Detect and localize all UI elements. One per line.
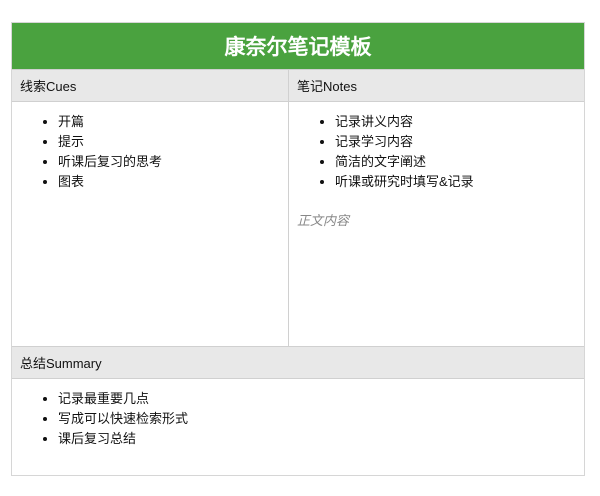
summary-list: 记录最重要几点 写成可以快速检索形式 课后复习总结 (12, 379, 584, 449)
list-item: 简洁的文字阐述 (335, 152, 584, 172)
main-body: 开篇 提示 听课后复习的思考 图表 记录讲义内容 记录学习内容 简洁的文字阐述 … (12, 102, 584, 346)
list-item: 写成可以快速检索形式 (58, 409, 584, 429)
summary-cell[interactable]: 记录最重要几点 写成可以快速检索形式 课后复习总结 (12, 379, 584, 475)
cues-list: 开篇 提示 听课后复习的思考 图表 (12, 102, 288, 192)
list-item: 图表 (58, 172, 288, 192)
list-item: 提示 (58, 132, 288, 152)
list-item: 课后复习总结 (58, 429, 584, 449)
cues-header: 线索Cues (12, 69, 289, 102)
cornell-notes-table: 康奈尔笔记模板 线索Cues 笔记Notes 开篇 提示 听课后复习的思考 图表… (11, 22, 585, 476)
cues-cell[interactable]: 开篇 提示 听课后复习的思考 图表 (12, 102, 289, 346)
notes-header: 笔记Notes (289, 69, 584, 102)
notes-list: 记录讲义内容 记录学习内容 简洁的文字阐述 听课或研究时填写&记录 (289, 102, 584, 192)
list-item: 开篇 (58, 112, 288, 132)
column-headers: 线索Cues 笔记Notes (12, 69, 584, 102)
notes-placeholder[interactable]: 正文内容 (289, 192, 584, 229)
page-title: 康奈尔笔记模板 (12, 23, 584, 69)
list-item: 记录学习内容 (335, 132, 584, 152)
list-item: 记录讲义内容 (335, 112, 584, 132)
list-item: 记录最重要几点 (58, 389, 584, 409)
notes-cell[interactable]: 记录讲义内容 记录学习内容 简洁的文字阐述 听课或研究时填写&记录 正文内容 (289, 102, 584, 346)
list-item: 听课或研究时填写&记录 (335, 172, 584, 192)
list-item: 听课后复习的思考 (58, 152, 288, 172)
summary-header: 总结Summary (12, 346, 584, 379)
